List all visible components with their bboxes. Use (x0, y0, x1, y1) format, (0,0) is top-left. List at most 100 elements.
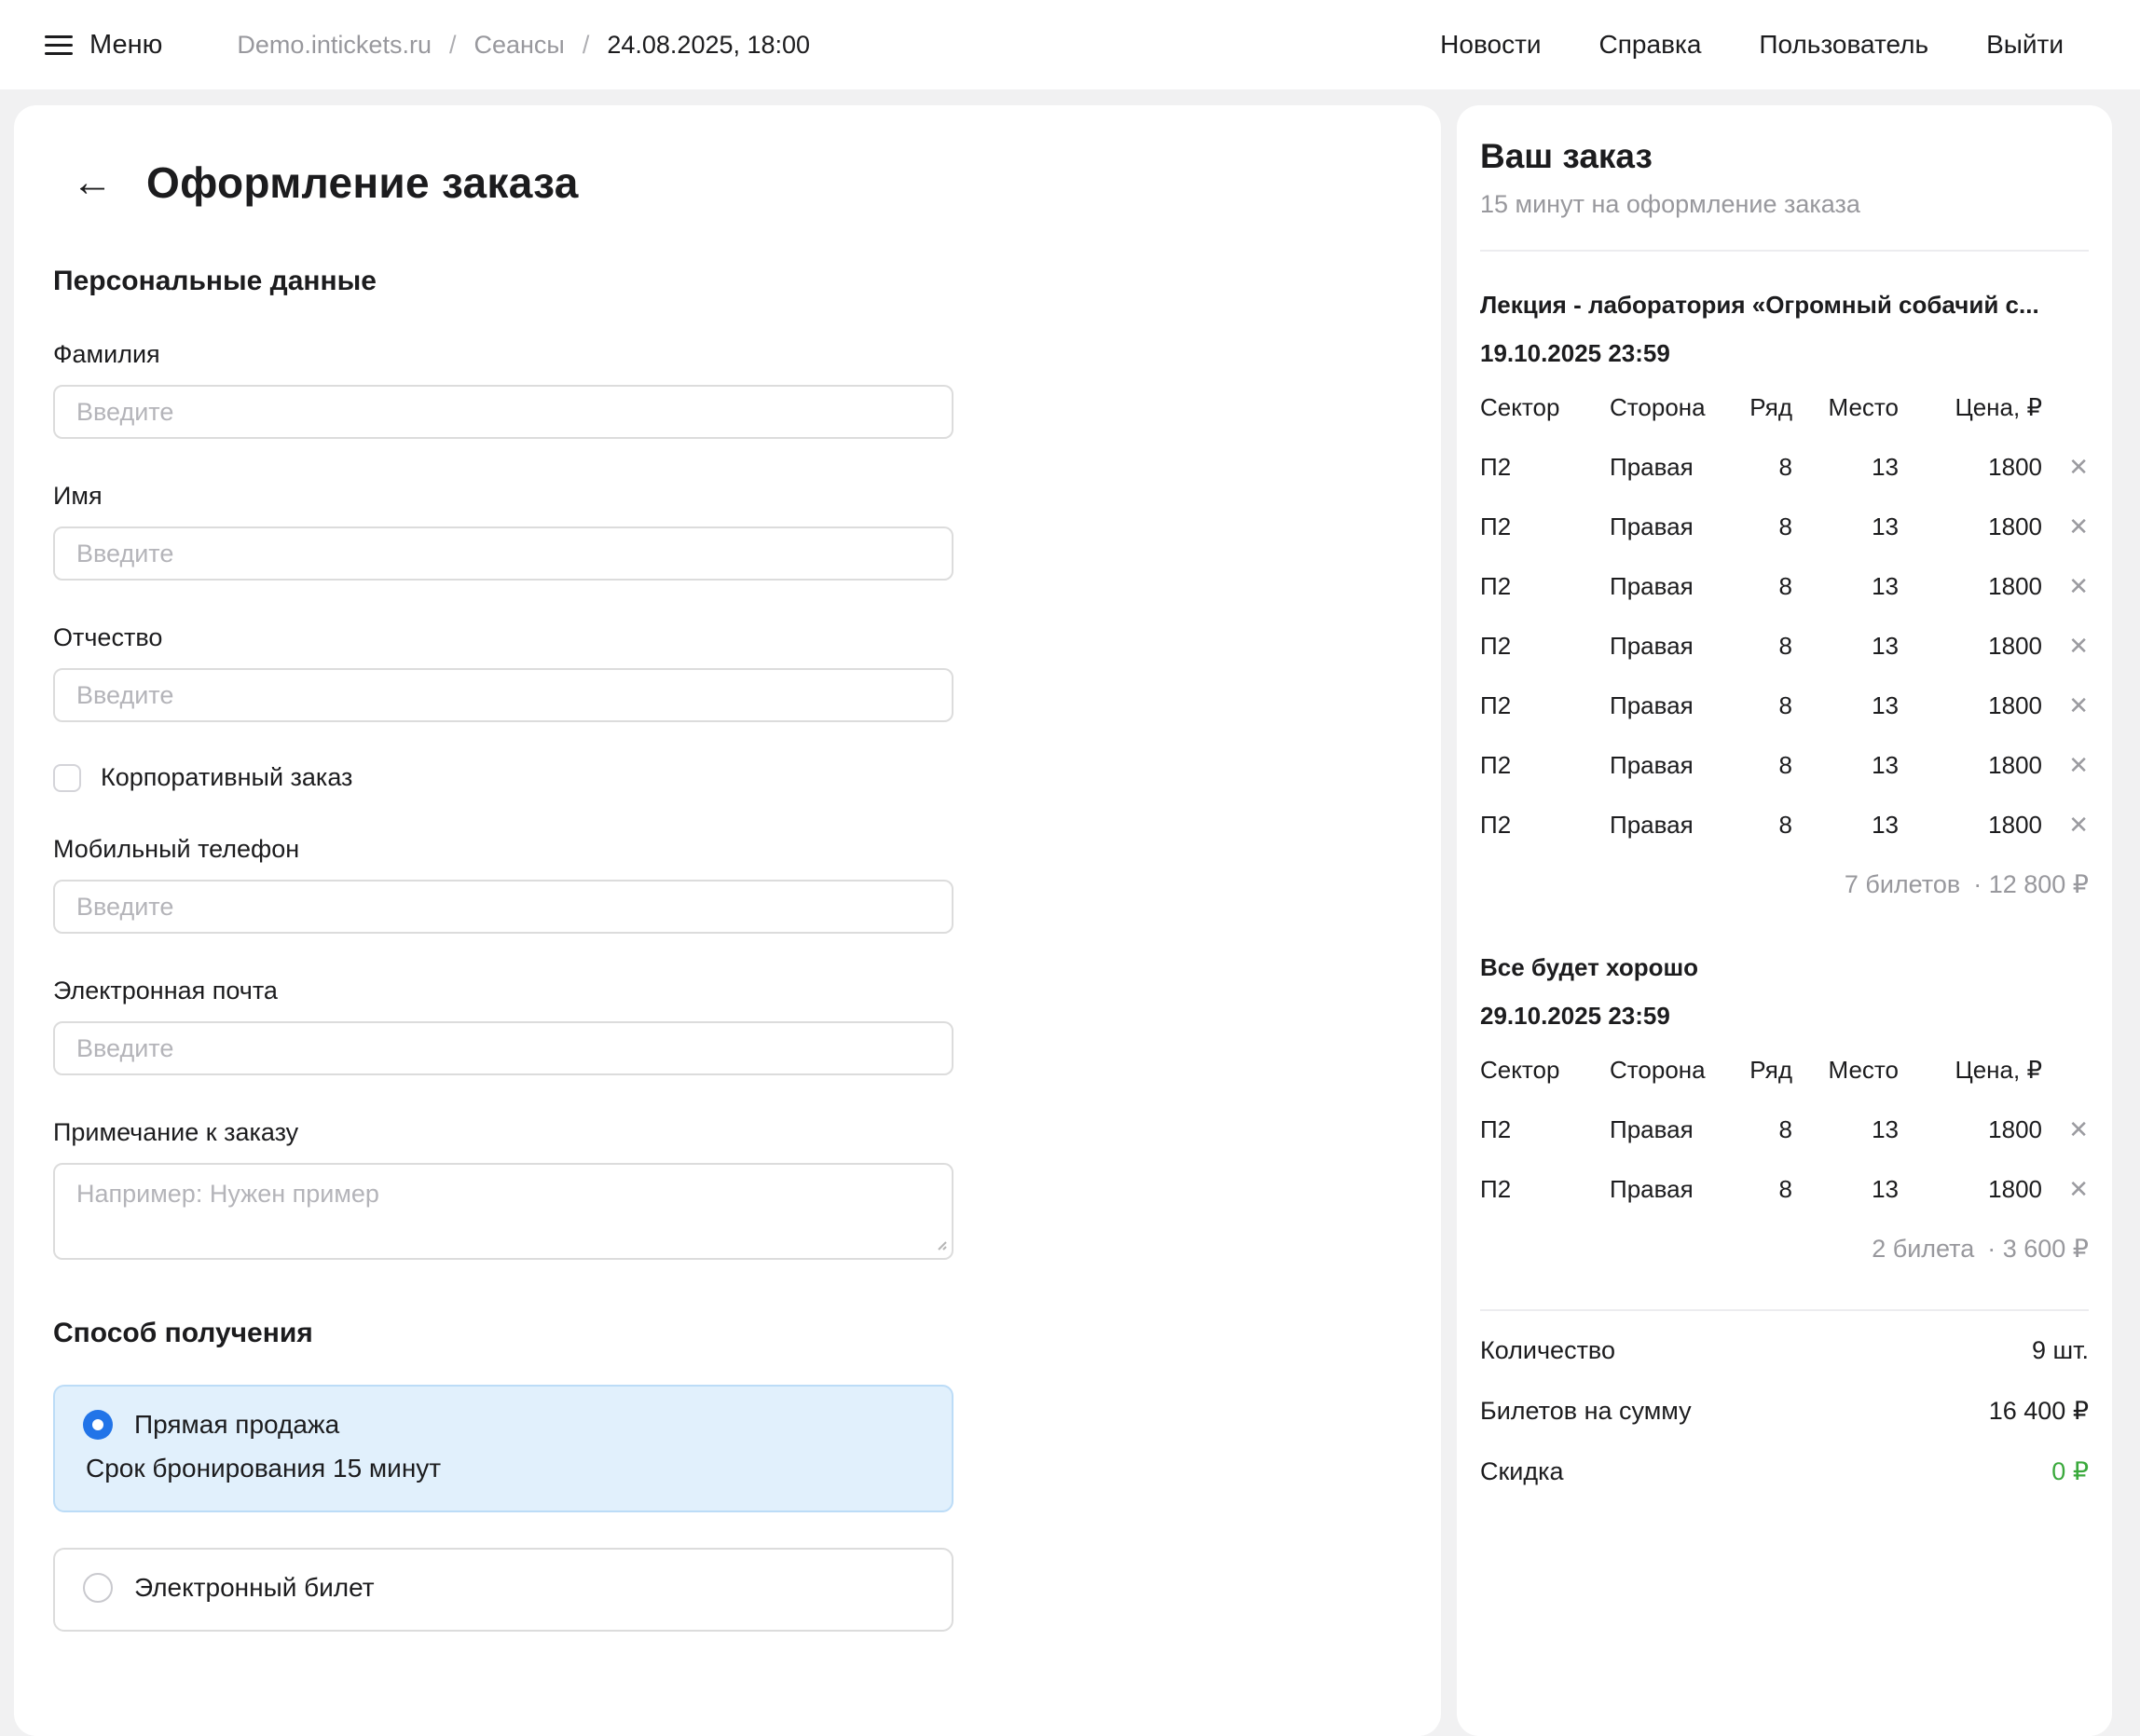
ticket-seat: 13 (1792, 1175, 1899, 1204)
radio-option-label: Электронный билет (134, 1573, 375, 1603)
textarea-wrap (53, 1163, 953, 1260)
remove-ticket-button[interactable]: ✕ (2042, 1175, 2089, 1204)
radio-option-main: Электронный билет (83, 1573, 924, 1603)
ticket-sector: П2 (1480, 453, 1610, 482)
personal-data-fields: ФамилияИмяОтчествоКорпоративный заказМоб… (53, 340, 1402, 1260)
first-name-field[interactable] (53, 526, 953, 581)
ticket-row-number: 8 (1746, 751, 1792, 780)
ticket-side: Правая (1610, 691, 1746, 720)
ticket-price: 1800 (1899, 513, 2042, 541)
ticket-side: Правая (1610, 572, 1746, 601)
remove-ticket-button[interactable]: ✕ (2042, 513, 2089, 541)
ticket-price: 1800 (1899, 1175, 2042, 1204)
order-note-field[interactable] (53, 1163, 953, 1260)
seat-table-header: СекторСторонаРядМестоЦена, ₽ (1480, 377, 2089, 437)
back-button[interactable]: ← (72, 162, 113, 203)
field-label: Электронная почта (53, 977, 1402, 1005)
event-subtotal: 7 билетов· 12 800 ₽ (1480, 854, 2089, 914)
summary-label: Скидка (1480, 1457, 1564, 1486)
ticket-seat: 13 (1792, 691, 1899, 720)
ticket-price: 1800 (1899, 751, 2042, 780)
ticket-row-number: 8 (1746, 1115, 1792, 1144)
ticket-seat: 13 (1792, 751, 1899, 780)
checkbox-label: Корпоративный заказ (101, 763, 352, 792)
radio-option-label: Прямая продажа (134, 1410, 339, 1440)
breadcrumb-separator: / (449, 31, 457, 60)
ticket-seat: 13 (1792, 513, 1899, 541)
ticket-seat: 13 (1792, 1115, 1899, 1144)
column-header: Цена, ₽ (1899, 1056, 2042, 1085)
ticket-row-number: 8 (1746, 453, 1792, 482)
cart-card: Ваш заказ 15 минут на оформление заказа … (1457, 105, 2112, 1736)
radio-option-description: Срок бронирования 15 минут (86, 1454, 924, 1483)
ticket-price: 1800 (1899, 811, 2042, 840)
ticket-row: П2Правая8131800✕ (1480, 1100, 2089, 1159)
breadcrumb-item[interactable]: Сеансы (473, 31, 564, 60)
ticket-side: Правая (1610, 751, 1746, 780)
delivery-method-section-title: Способ получения (53, 1318, 1402, 1349)
column-header: Ряд (1746, 1056, 1792, 1085)
ticket-side: Правая (1610, 811, 1746, 840)
summary-value: 16 400 ₽ (1989, 1397, 2089, 1426)
delivery-option-e-ticket[interactable]: Электронный билет (53, 1548, 953, 1632)
radio-unselected-icon[interactable] (83, 1573, 113, 1603)
ticket-side: Правая (1610, 1175, 1746, 1204)
remove-ticket-button[interactable]: ✕ (2042, 751, 2089, 780)
ticket-seat: 13 (1792, 453, 1899, 482)
remove-ticket-button[interactable]: ✕ (2042, 572, 2089, 601)
delivery-option-direct-sale[interactable]: Прямая продажа Срок бронирования 15 минут (53, 1385, 953, 1512)
breadcrumb: Demo.intickets.ru/Сеансы/24.08.2025, 18:… (237, 31, 810, 60)
event-name: Лекция - лаборатория «Огромный собачий с… (1480, 291, 2089, 320)
breadcrumb-item[interactable]: Demo.intickets.ru (237, 31, 432, 60)
nav-item-выйти[interactable]: Выйти (1986, 30, 2064, 60)
ticket-row-number: 8 (1746, 691, 1792, 720)
seat-table: СекторСторонаРядМестоЦена, ₽П2Правая8131… (1480, 1040, 2089, 1219)
field-label: Мобильный телефон (53, 835, 1402, 864)
ticket-row: П2Правая8131800✕ (1480, 497, 2089, 556)
nav-item-справка[interactable]: Справка (1599, 30, 1702, 60)
order-form-card: ← Оформление заказа Персональные данные … (14, 105, 1441, 1736)
subtotal-amount: · 3 600 ₽ (1987, 1235, 2089, 1264)
page-title: Оформление заказа (146, 157, 579, 208)
remove-ticket-button[interactable]: ✕ (2042, 1115, 2089, 1144)
email-field[interactable] (53, 1021, 953, 1075)
field-label: Отчество (53, 623, 1402, 652)
radio-selected-icon[interactable] (83, 1410, 113, 1440)
phone-field[interactable] (53, 880, 953, 934)
ticket-sector: П2 (1480, 691, 1610, 720)
summary-value: 0 ₽ (2051, 1457, 2089, 1486)
seat-table-header: СекторСторонаРядМестоЦена, ₽ (1480, 1040, 2089, 1100)
checkbox-icon[interactable] (53, 764, 81, 792)
field-group: Электронная почта (53, 977, 1402, 1075)
breadcrumb-separator: / (583, 31, 590, 60)
ticket-sector: П2 (1480, 751, 1610, 780)
remove-ticket-button[interactable]: ✕ (2042, 811, 2089, 840)
last-name-field[interactable] (53, 385, 953, 439)
summary-row: Количество9 шт. (1480, 1320, 2089, 1381)
remove-ticket-button[interactable]: ✕ (2042, 691, 2089, 720)
ticket-row-number: 8 (1746, 632, 1792, 661)
corporate-order-checkbox[interactable]: Корпоративный заказ (53, 763, 1402, 792)
ticket-side: Правая (1610, 1115, 1746, 1144)
textarea-resize-handle[interactable] (933, 1237, 948, 1251)
field-group: Имя (53, 482, 1402, 581)
remove-ticket-button[interactable]: ✕ (2042, 453, 2089, 482)
summary-row: Скидка 0 ₽ (1480, 1442, 2089, 1502)
nav-item-пользователь[interactable]: Пользователь (1759, 30, 1928, 60)
hamburger-icon (45, 35, 73, 55)
cart-timer-note: 15 минут на оформление заказа (1480, 190, 2089, 219)
remove-ticket-button[interactable]: ✕ (2042, 632, 2089, 661)
column-header: Цена, ₽ (1899, 393, 2042, 422)
nav-item-новости[interactable]: Новости (1440, 30, 1541, 60)
middle-name-field[interactable] (53, 668, 953, 722)
ticket-row: П2Правая8131800✕ (1480, 437, 2089, 497)
ticket-sector: П2 (1480, 572, 1610, 601)
field-label: Примечание к заказу (53, 1118, 1402, 1147)
ticket-price: 1800 (1899, 572, 2042, 601)
field-group: Примечание к заказу (53, 1118, 1402, 1260)
ticket-sector: П2 (1480, 1115, 1610, 1144)
subtotal-amount: · 12 800 ₽ (1973, 870, 2089, 899)
ticket-seat: 13 (1792, 572, 1899, 601)
menu-button[interactable]: Меню (45, 30, 162, 61)
ticket-price: 1800 (1899, 1115, 2042, 1144)
